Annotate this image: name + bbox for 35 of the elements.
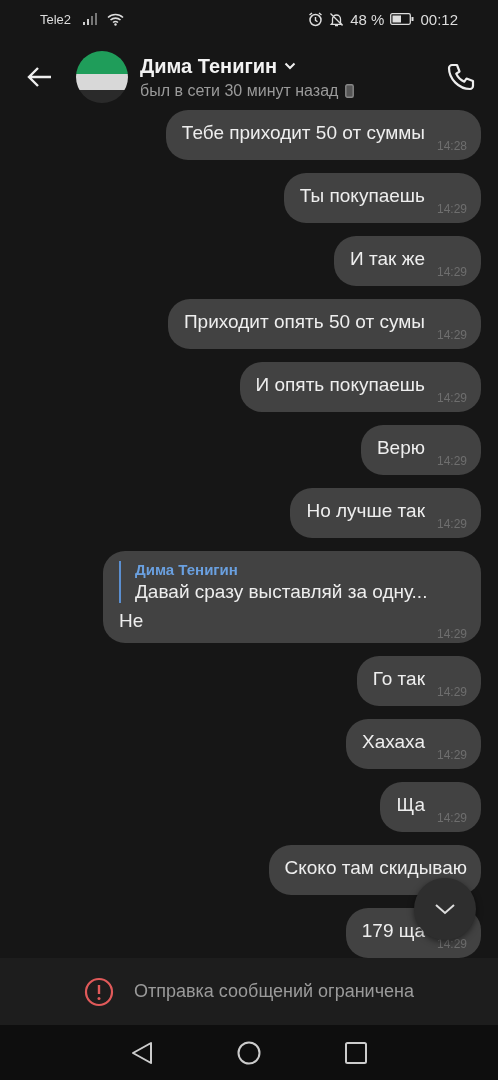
wifi-icon	[107, 12, 125, 26]
clock-time: 00:12	[420, 10, 458, 28]
message-text: Ты покупаешь	[299, 184, 425, 208]
quoted-author: Дима Тенигин	[135, 561, 239, 578]
quoted-text: Давай сразу выставляй за одну...	[135, 581, 429, 603]
chevron-down-icon[interactable]	[284, 62, 297, 70]
restriction-notice: Отправка сообщений ограничена	[134, 981, 414, 1002]
message-text: Ща	[396, 793, 425, 817]
message-text: Скоко там скидываю	[284, 856, 467, 880]
message-text: Не	[119, 609, 144, 633]
message-text: Верю	[376, 436, 425, 460]
recents-nav-icon[interactable]	[345, 1041, 367, 1064]
message-text: И так же	[350, 247, 425, 271]
message-text: И опять покупаешь	[255, 373, 425, 397]
back-nav-icon[interactable]	[131, 1040, 153, 1065]
message-text: Приходит опять 50 от сумы	[183, 310, 425, 334]
message-text: 179 ща	[361, 919, 425, 943]
chevron-down-icon[interactable]	[434, 903, 456, 915]
warning-icon	[84, 976, 114, 1007]
contact-name[interactable]: Дима Тенигин	[140, 54, 278, 78]
muted-bell-icon	[329, 11, 345, 27]
message-text: Хахаха	[362, 730, 425, 754]
battery-percent: 48 %	[350, 10, 385, 28]
alarm-icon	[308, 11, 324, 27]
avatar[interactable]	[76, 51, 128, 103]
message-text: Но лучше так	[306, 499, 425, 523]
carrier-name: Tele2	[40, 11, 72, 27]
message-text: Тебе приходит 50 от суммы	[181, 121, 425, 145]
message-text: Го так	[372, 667, 425, 691]
phone-device-icon	[345, 83, 355, 98]
home-nav-icon[interactable]	[237, 1040, 261, 1065]
battery-icon	[390, 13, 415, 25]
message-bubble[interactable]: Скоко там скидываю	[268, 845, 481, 895]
quoted-message[interactable]: Дима Тенигин Давай сразу выставляй за одну...	[119, 561, 467, 603]
last-seen-status: был в сети 30 минут назад	[140, 81, 339, 100]
